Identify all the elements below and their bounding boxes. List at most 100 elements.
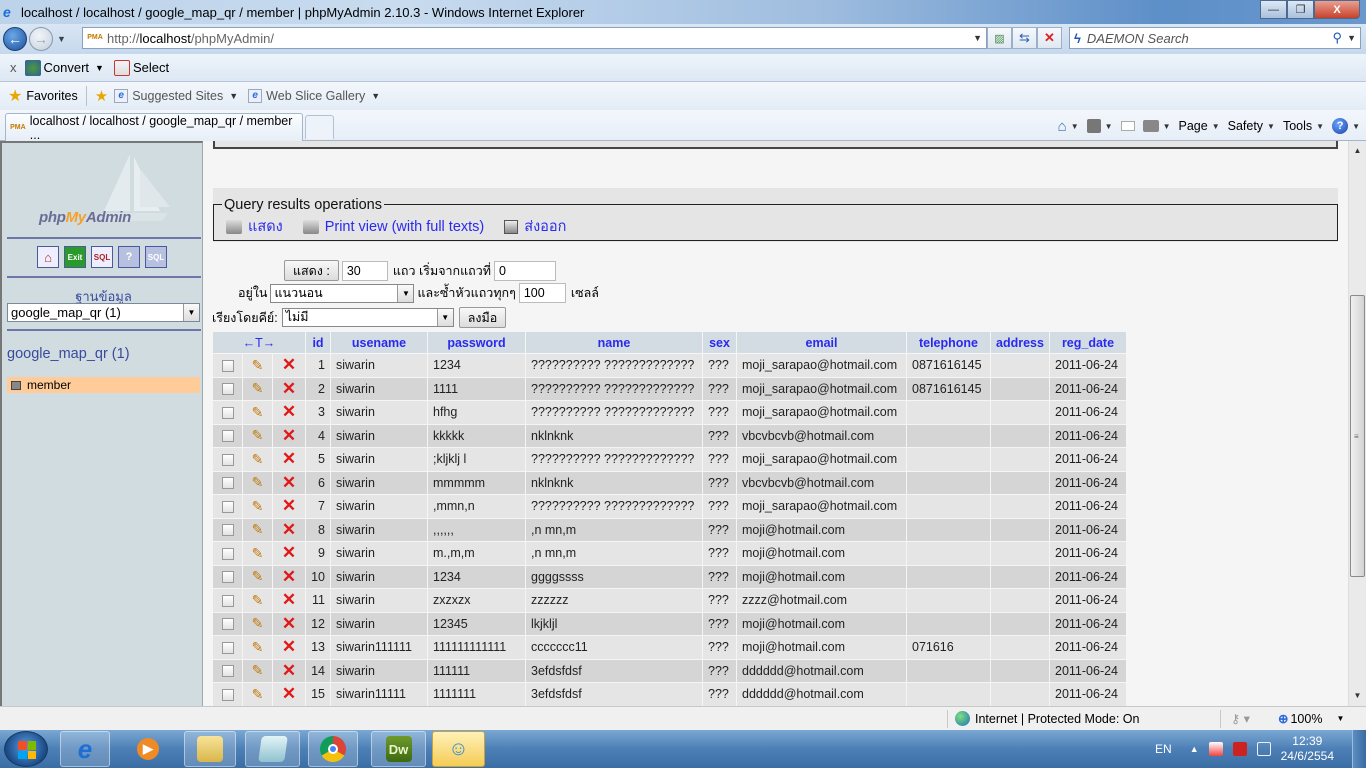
column-header-reg-date[interactable]: reg_date [1050,332,1126,353]
show-rows-button[interactable]: แสดง : [284,260,339,281]
column-header-usename[interactable]: usename [331,332,427,353]
page-menu[interactable]: Page ▼ [1178,119,1219,133]
table-row[interactable]: ✎ ✕ 12 siwarin 12345 lkjkljl??? moji@hotmail.c… [213,612,1126,635]
stop-button[interactable]: ✕ [1037,27,1062,49]
row-checkbox[interactable] [221,688,234,701]
row-delete-cell[interactable]: ✕ [272,683,305,706]
web-slice-gallery-link[interactable]: e Web Slice Gallery ▼ [248,89,380,103]
taskbar-media-player[interactable]: ▶ [122,731,174,767]
compatibility-view-button[interactable]: ▨ [987,27,1012,49]
column-header-name[interactable]: name [526,332,702,353]
delete-x-icon[interactable]: ✕ [282,637,296,656]
table-row[interactable]: ✎ ✕ 11 siwarin zxzxzx zzzzzz??? zzzz@hotmail.c… [213,589,1126,612]
security-zone[interactable]: Internet | Protected Mode: On [955,711,1139,726]
taskbar-internet-explorer[interactable]: e [60,731,110,767]
delete-x-icon[interactable]: ✕ [282,449,296,468]
row-edit-cell[interactable]: ✎ [243,589,272,612]
table-row[interactable]: ✎ ✕ 1 siwarin 1234?????????? ???????????????… [213,354,1126,377]
scroll-down-icon[interactable]: ▼ [1349,688,1366,704]
row-delete-cell[interactable]: ✕ [272,424,305,447]
edit-pencil-icon[interactable]: ✎ [252,357,264,373]
address-dropdown-icon[interactable]: ▼ [973,33,982,43]
table-row[interactable]: ✎ ✕ 14 siwarin 111111 3efdsfdsf??? dddddd@hotm… [213,659,1126,682]
edit-pencil-icon[interactable]: ✎ [252,380,264,396]
row-delete-cell[interactable]: ✕ [272,589,305,612]
row-select-cell[interactable] [213,612,243,635]
edit-pencil-icon[interactable]: ✎ [252,451,264,467]
row-select-cell[interactable] [213,518,243,541]
delete-x-icon[interactable]: ✕ [282,684,296,703]
row-checkbox[interactable] [221,453,234,466]
delete-x-icon[interactable]: ✕ [282,379,296,398]
row-checkbox[interactable] [221,500,234,513]
back-button[interactable]: ← [3,27,27,51]
delete-x-icon[interactable]: ✕ [282,496,296,515]
edit-pencil-icon[interactable]: ✎ [252,545,264,561]
table-row[interactable]: ✎ ✕ 13 siwarin111111 111111111111 ccccccc11??… [213,636,1126,659]
start-button[interactable] [4,731,48,767]
network-icon[interactable] [1256,742,1271,756]
edit-pencil-icon[interactable]: ✎ [252,615,264,631]
table-row[interactable]: ✎ ✕ 2 siwarin 1111?????????? ???????????????… [213,377,1126,400]
edit-pencil-icon[interactable]: ✎ [252,427,264,443]
database-select[interactable]: google_map_qr (1) ▼ [7,303,200,322]
row-edit-cell[interactable]: ✎ [243,495,272,518]
edit-pencil-icon[interactable]: ✎ [252,592,264,608]
print-button[interactable]: ▼ [1142,120,1170,132]
search-options-dropdown-icon[interactable]: ▼ [1347,33,1356,43]
row-delete-cell[interactable]: ✕ [272,612,305,635]
system-clock[interactable]: 12:39 24/6/2554 [1281,734,1334,764]
favorites-button[interactable]: Favorites [26,89,77,103]
row-select-cell[interactable] [213,565,243,588]
delete-x-icon[interactable]: ✕ [282,590,296,609]
row-select-cell[interactable] [213,542,243,565]
maximize-button[interactable]: ❐ [1287,0,1314,19]
table-row[interactable]: ✎ ✕ 3 siwarin hfhg?????????? ???????????????… [213,401,1126,424]
query-window-button[interactable]: SQL [91,246,113,268]
row-edit-cell[interactable]: ✎ [243,542,272,565]
row-select-cell[interactable] [213,471,243,494]
row-edit-cell[interactable]: ✎ [243,401,272,424]
taskbar-messenger[interactable]: ☺ [432,731,485,767]
delete-x-icon[interactable]: ✕ [282,520,296,539]
row-delete-cell[interactable]: ✕ [272,565,305,588]
vertical-scrollbar[interactable]: ▲ ≡ ▼ [1348,141,1366,706]
print-view-full-link[interactable]: Print view (with full texts) [302,215,484,238]
new-tab-button[interactable] [305,115,334,139]
safety-menu[interactable]: Safety ▼ [1228,119,1275,133]
close-window-button[interactable]: X [1314,0,1360,19]
row-edit-cell[interactable]: ✎ [243,565,272,588]
row-checkbox[interactable] [221,430,234,443]
row-edit-cell[interactable]: ✎ [243,448,272,471]
action-center-icon[interactable] [1208,742,1223,756]
edit-pencil-icon[interactable]: ✎ [252,404,264,420]
edit-pencil-icon[interactable]: ✎ [252,686,264,702]
row-checkbox[interactable] [221,477,234,490]
column-header-sex[interactable]: sex [703,332,736,353]
language-indicator[interactable]: EN [1155,742,1172,756]
show-desktop-button[interactable] [1352,730,1366,768]
edit-pencil-icon[interactable]: ✎ [252,662,264,678]
row-edit-cell[interactable]: ✎ [243,636,272,659]
edit-pencil-icon[interactable]: ✎ [252,498,264,514]
row-checkbox[interactable] [221,547,234,560]
edit-pencil-icon[interactable]: ✎ [252,639,264,655]
row-checkbox[interactable] [221,618,234,631]
read-mail-button[interactable] [1120,121,1135,131]
row-delete-cell[interactable]: ✕ [272,401,305,424]
display-mode-select[interactable]: แนวนอน ▼ [270,283,415,303]
search-icon[interactable]: ⚲ [1332,30,1342,46]
export-link[interactable]: ส่งออก [504,215,566,238]
row-delete-cell[interactable]: ✕ [272,518,305,541]
column-header-address[interactable]: address [991,332,1049,353]
taskbar-dreamweaver[interactable]: Dw [371,731,426,767]
row-delete-cell[interactable]: ✕ [272,542,305,565]
popup-blocker-icon[interactable]: ⚷ ▾ [1231,711,1250,726]
forward-button[interactable]: → [29,27,53,51]
database-name-link[interactable]: google_map_qr (1) [7,346,130,362]
table-row[interactable]: ✎ ✕ 15 siwarin11111 1111111 3efdsfdsf??? ddddd… [213,683,1126,706]
home-button[interactable]: ⌂ ▼ [1058,118,1079,135]
row-delete-cell[interactable]: ✕ [272,448,305,471]
select-button[interactable]: Select [113,59,169,76]
row-select-cell[interactable] [213,448,243,471]
